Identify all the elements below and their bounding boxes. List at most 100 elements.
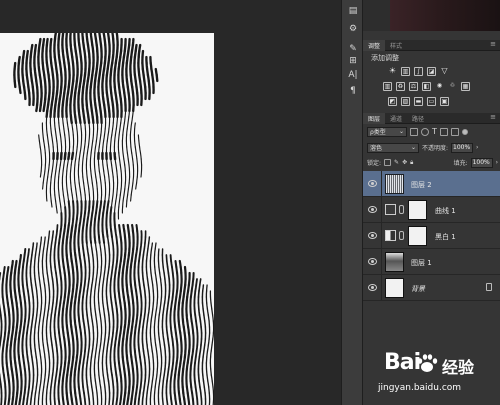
layer-row-curves[interactable]: 曲线 1 — [363, 197, 500, 223]
fill-label: 填充: — [453, 160, 468, 167]
posterize-icon[interactable]: ▨ — [401, 97, 410, 106]
visibility-eye-icon[interactable] — [368, 232, 377, 239]
paragraph-tool-button[interactable]: ¶ — [345, 84, 361, 98]
link-icon[interactable] — [399, 231, 404, 240]
opacity-dropdown-icon[interactable]: › — [476, 144, 478, 151]
layer-name[interactable]: 图层 2 — [411, 180, 432, 190]
lock-transparency-icon[interactable] — [384, 159, 392, 166]
adjustment-row-2: ▥ ♻ ⚖ ◧ ◉ ♲ ▦ — [383, 82, 470, 91]
layer-thumbnail — [385, 278, 404, 298]
layer-row-bw[interactable]: 黑白 1 — [363, 223, 500, 249]
visibility-eye-icon[interactable] — [368, 180, 377, 187]
curves-icon[interactable]: ∫ — [414, 67, 423, 76]
selective-color-icon[interactable]: ▣ — [440, 97, 449, 106]
layer-name[interactable]: 曲线 1 — [435, 206, 456, 216]
vibrance-icon[interactable]: ▥ — [383, 82, 392, 91]
visibility-eye-icon[interactable] — [368, 284, 377, 291]
fill-dropdown-icon[interactable]: › — [496, 159, 498, 166]
divider — [381, 171, 382, 197]
pixel-filter-icon[interactable] — [410, 127, 418, 136]
blend-mode-select[interactable]: 溶色 ⌄ — [367, 142, 419, 153]
layer-kind-filter[interactable]: ρ类型 ⌄ — [367, 126, 407, 137]
shape-filter-icon[interactable] — [439, 127, 448, 136]
tool-strip: ▤ ⚙ ✎ ⊞ A| ¶ — [341, 0, 363, 405]
tab-adjustments[interactable]: 调整 — [363, 40, 386, 51]
layer-mask-thumbnail[interactable] — [408, 200, 427, 220]
layer-row-layer1[interactable]: 图层 1 — [363, 249, 500, 275]
color-balance-icon[interactable]: ⚖ — [409, 82, 418, 91]
layer-thumbnail — [385, 252, 404, 272]
watermark-brand: 经验 — [442, 358, 475, 377]
triangle-icon[interactable]: ▽ — [440, 67, 449, 76]
chevron-down-icon: ⌄ — [410, 144, 416, 151]
layers-tabs: 图层 通道 路径 ≡ — [363, 113, 500, 124]
lock-move-icon[interactable]: ✥ — [402, 159, 407, 166]
properties-icon[interactable]: ⚙ — [345, 22, 361, 36]
visibility-eye-icon[interactable] — [368, 206, 377, 213]
tab-styles[interactable]: 样式 — [385, 40, 407, 51]
opacity-label: 不透明度: — [422, 145, 449, 152]
divider — [381, 249, 382, 275]
color-picker-field[interactable] — [390, 0, 500, 31]
adjustment-row-1: ☀ ▥ ∫ ◪ ▽ — [388, 67, 449, 76]
photo-filter-icon[interactable]: ◉ — [435, 82, 444, 91]
color-panel-strip — [363, 0, 390, 31]
tab-paths[interactable]: 路径 — [407, 113, 429, 124]
paw-icon — [417, 354, 438, 372]
wavy-line-portrait — [0, 33, 214, 405]
blend-mode-value: 溶色 — [370, 145, 383, 152]
exposure-icon[interactable]: ◪ — [427, 67, 436, 76]
divider — [381, 275, 382, 301]
tab-layers[interactable]: 图层 — [363, 113, 386, 124]
character-tool-button[interactable]: A| — [345, 68, 361, 82]
baidu-jingyan-watermark: Bai 经验 jingyan.baidu.com — [378, 350, 496, 402]
smart-filter-icon[interactable] — [450, 127, 459, 136]
layer-name[interactable]: 黑白 1 — [435, 232, 456, 242]
history-icon[interactable]: ▤ — [345, 4, 361, 18]
gradient-map-icon[interactable]: ▭ — [427, 97, 436, 106]
color-lookup-icon[interactable]: ▦ — [461, 82, 470, 91]
opacity-input[interactable]: 100% — [451, 142, 474, 153]
divider — [381, 197, 382, 223]
divider — [381, 223, 382, 249]
fill-input[interactable]: 100% — [470, 157, 493, 168]
layer-mask-thumbnail[interactable] — [408, 226, 427, 246]
invert-icon[interactable]: ◩ — [388, 97, 397, 106]
link-icon[interactable] — [399, 205, 404, 214]
lock-all-icon[interactable]: 🔒︎ — [410, 159, 413, 167]
add-adjustment-title: 添加调整 — [371, 54, 399, 62]
brightness-icon[interactable]: ☀ — [388, 67, 397, 76]
chevron-down-icon: ⌄ — [398, 128, 404, 135]
levels-icon[interactable]: ▥ — [401, 67, 410, 76]
adjustment-row-3: ◩ ▨ ▬ ▭ ▣ — [388, 97, 449, 106]
layer-filter-row: ρ类型 ⌄ T — [367, 126, 497, 137]
document-image[interactable] — [0, 33, 214, 405]
tab-channels[interactable]: 通道 — [385, 113, 407, 124]
visibility-eye-icon[interactable] — [368, 258, 377, 265]
adjustments-tabs: 调整 样式 ≡ — [363, 40, 500, 51]
curves-adjustment-icon — [385, 204, 396, 215]
bw-adjustment-icon — [385, 230, 396, 241]
lock-paint-icon[interactable]: ✎ — [394, 159, 399, 166]
layer-name[interactable]: 背景 — [411, 284, 425, 294]
type-filter-icon[interactable]: T — [432, 127, 437, 136]
layer-kind-value: ρ类型 — [370, 129, 386, 136]
bw-icon[interactable]: ◧ — [422, 82, 431, 91]
layer-row-background[interactable]: 背景 — [363, 275, 500, 301]
layer-row-layer2[interactable]: 图层 2 — [363, 171, 500, 197]
panel-menu-icon[interactable]: ≡ — [486, 40, 500, 50]
watermark-logo: Bai — [384, 350, 421, 375]
lock-icon — [486, 283, 492, 291]
layer-name[interactable]: 图层 1 — [411, 258, 432, 268]
adjustment-filter-icon[interactable] — [421, 127, 429, 136]
canvas-area[interactable] — [0, 0, 341, 405]
threshold-icon[interactable]: ▬ — [414, 97, 423, 106]
channel-mixer-icon[interactable]: ♲ — [448, 82, 457, 91]
blend-row: 溶色 ⌄ 不透明度: 100% › — [367, 142, 498, 153]
layers-menu-icon[interactable]: ≡ — [486, 113, 500, 123]
hue-icon[interactable]: ♻ — [396, 82, 405, 91]
watermark-url: jingyan.baidu.com — [378, 383, 462, 393]
clone-source-icon[interactable]: ⊞ — [345, 54, 361, 68]
lock-row: 锁定: ✎ ✥ 🔒︎ 填充: 100% › — [367, 157, 498, 168]
filter-toggle-icon[interactable] — [461, 128, 468, 135]
